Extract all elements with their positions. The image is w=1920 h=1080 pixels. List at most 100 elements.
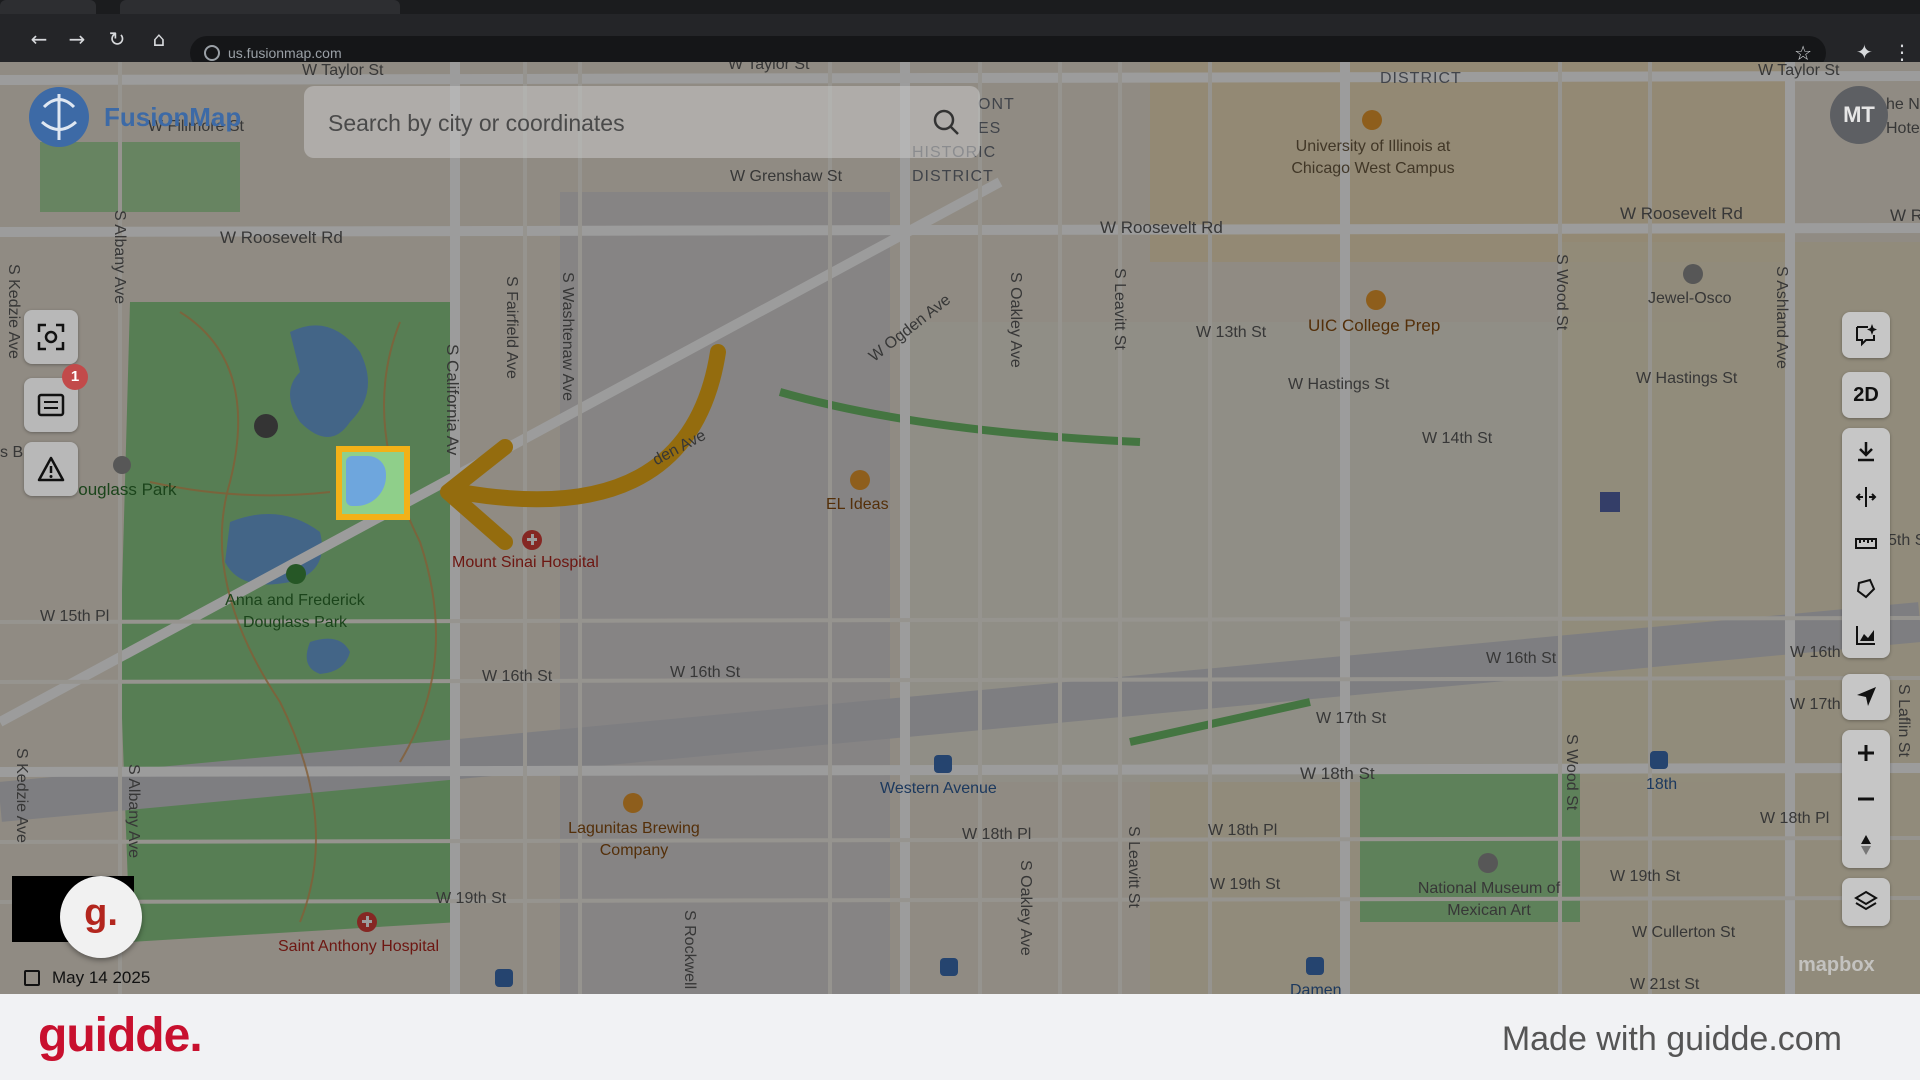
- scan-icon: [37, 323, 65, 351]
- guidde-logo[interactable]: guidde.: [38, 1008, 203, 1063]
- locate-group: [1842, 674, 1890, 720]
- ruler-icon: [1855, 538, 1877, 549]
- map-label-street: W 18th Pl: [1760, 810, 1830, 827]
- map-viewport[interactable]: W Taylor St W Taylor St W Taylor St W Fi…: [0, 62, 1920, 994]
- guidde-recorder-icon[interactable]: g.: [60, 876, 142, 958]
- layers-group: [1842, 878, 1890, 926]
- extensions-icon[interactable]: ✦: [1856, 40, 1880, 64]
- map-label-street: s B: [0, 444, 24, 461]
- guidde-footer: guidde. Made with guidde.com: [0, 994, 1920, 1080]
- home-icon[interactable]: ⌂: [146, 28, 172, 50]
- lake-feature: [346, 456, 386, 506]
- measure-button[interactable]: [1842, 520, 1890, 566]
- uic-prep-marker: [1366, 290, 1386, 310]
- map-label-hospital: Saint Anthony Hospital: [278, 938, 439, 955]
- map-label-street: W 16th St: [482, 668, 553, 685]
- mapbox-attribution[interactable]: mapbox: [1798, 954, 1875, 977]
- map-label-district: ES: [978, 120, 1002, 137]
- map-label-street: S Albany Ave: [111, 210, 128, 304]
- menu-icon[interactable]: ⋮: [1892, 40, 1912, 64]
- el-ideas-marker: [850, 470, 870, 490]
- lagunitas-marker: [623, 793, 643, 813]
- map-label-poi: he N: [1886, 96, 1920, 113]
- layers-button[interactable]: [1842, 878, 1890, 924]
- navigation-arrow-icon: [1857, 687, 1876, 706]
- highlighted-map-feature[interactable]: [336, 446, 410, 520]
- search-icon[interactable]: [932, 108, 960, 136]
- western-station-marker: [934, 755, 952, 773]
- reload-icon[interactable]: ↻: [104, 28, 130, 50]
- locate-me-button[interactable]: [1842, 674, 1890, 720]
- map-label-street: W Taylor St: [1758, 62, 1840, 79]
- map-label-street: S Washtenaw Ave: [559, 272, 576, 401]
- map-label-street: W Cullerton St: [1632, 924, 1736, 941]
- search-input[interactable]: [326, 102, 910, 144]
- map-label-poi: Lagunitas Brewing Company: [568, 820, 700, 859]
- map-label-street: W Hastings St: [1636, 370, 1738, 387]
- download-button[interactable]: [1842, 428, 1890, 474]
- map-label-street: S Albany Ave: [125, 764, 142, 858]
- back-icon[interactable]: ←: [26, 28, 52, 50]
- minus-icon: [1858, 797, 1874, 801]
- map-label-street: S Leavitt St: [1111, 268, 1128, 350]
- search-bar[interactable]: [304, 86, 980, 158]
- map-label-street: W 21st St: [1630, 976, 1700, 993]
- made-with-credit[interactable]: Made with guidde.com: [1502, 1020, 1842, 1059]
- plus-icon: [1858, 745, 1874, 761]
- forward-icon[interactable]: →: [64, 28, 90, 50]
- station-marker: [940, 958, 958, 976]
- draw-polygon-button[interactable]: [1842, 566, 1890, 612]
- browser-tab[interactable]: [0, 0, 96, 14]
- map-label-street: W 15th Pl: [40, 608, 110, 625]
- compass-button[interactable]: [1842, 822, 1890, 868]
- download-icon: [1858, 442, 1874, 462]
- map-label-street: S Kedzie Ave: [13, 748, 30, 843]
- map-label-poi: UIC College Prep: [1308, 316, 1441, 335]
- brain-logo-icon: [29, 87, 89, 147]
- map-label-street: W Taylor St: [728, 62, 810, 73]
- browser-tab-strip: [0, 0, 1920, 14]
- user-avatar[interactable]: MT: [1830, 86, 1888, 144]
- map-label-street: W Roosevelt Rd: [220, 228, 343, 247]
- blue-square-marker: [1600, 492, 1620, 512]
- view-mode-toggle[interactable]: 2D: [1842, 372, 1890, 418]
- map-label-district: ONT: [978, 96, 1015, 113]
- map-label-street: W 16th St: [670, 664, 741, 681]
- ai-chat-button[interactable]: [1842, 312, 1890, 358]
- map-label-street: W 17th St: [1316, 710, 1387, 727]
- url-text[interactable]: us.fusionmap.com: [228, 45, 342, 61]
- map-label-street: W R: [1890, 206, 1920, 225]
- map-label-poi: Hotel: [1886, 120, 1920, 137]
- alerts-tool-button[interactable]: [24, 442, 78, 496]
- map-label-poi: National Museum of Mexican Art: [1417, 880, 1561, 919]
- site-info-icon[interactable]: [204, 45, 220, 61]
- eighteenth-station-marker: [1650, 751, 1668, 769]
- map-label-street: W Taylor St: [302, 62, 384, 79]
- map-label-street: W 13th St: [1196, 324, 1267, 341]
- browser-tab-active[interactable]: [120, 0, 400, 14]
- map-label-poi: Jewel-Osco: [1648, 290, 1732, 307]
- chart-icon: [1856, 626, 1875, 645]
- polygon-icon: [1856, 578, 1876, 599]
- split-view-button[interactable]: [1842, 474, 1890, 520]
- elevation-profile-button[interactable]: [1842, 612, 1890, 658]
- ai-tool-group: [1842, 312, 1890, 358]
- zoom-out-button[interactable]: [1842, 776, 1890, 822]
- map-label-street: S Leavitt St: [1125, 826, 1142, 908]
- zoom-in-button[interactable]: [1842, 730, 1890, 776]
- split-icon: [1855, 487, 1877, 507]
- map-label-district: DISTRICT: [1380, 70, 1462, 87]
- map-label-street: 5th S: [1888, 532, 1920, 549]
- map-label-street: W 19th St: [1210, 876, 1281, 893]
- map-label-street: W 19th St: [436, 890, 507, 907]
- damen-station-marker: [1306, 957, 1324, 975]
- map-label-poi: University of Illinois at Chicago West C…: [1291, 138, 1455, 177]
- warning-icon: [37, 456, 65, 482]
- view-mode-group: 2D: [1842, 372, 1890, 418]
- app-name: FusionMap: [104, 102, 242, 132]
- map-label-street: S Oakley Ave: [1007, 272, 1024, 368]
- scan-tool-button[interactable]: [24, 310, 78, 364]
- layers-icon: [1854, 890, 1878, 911]
- map-canvas[interactable]: [0, 62, 1920, 994]
- compass-icon: [1861, 835, 1871, 855]
